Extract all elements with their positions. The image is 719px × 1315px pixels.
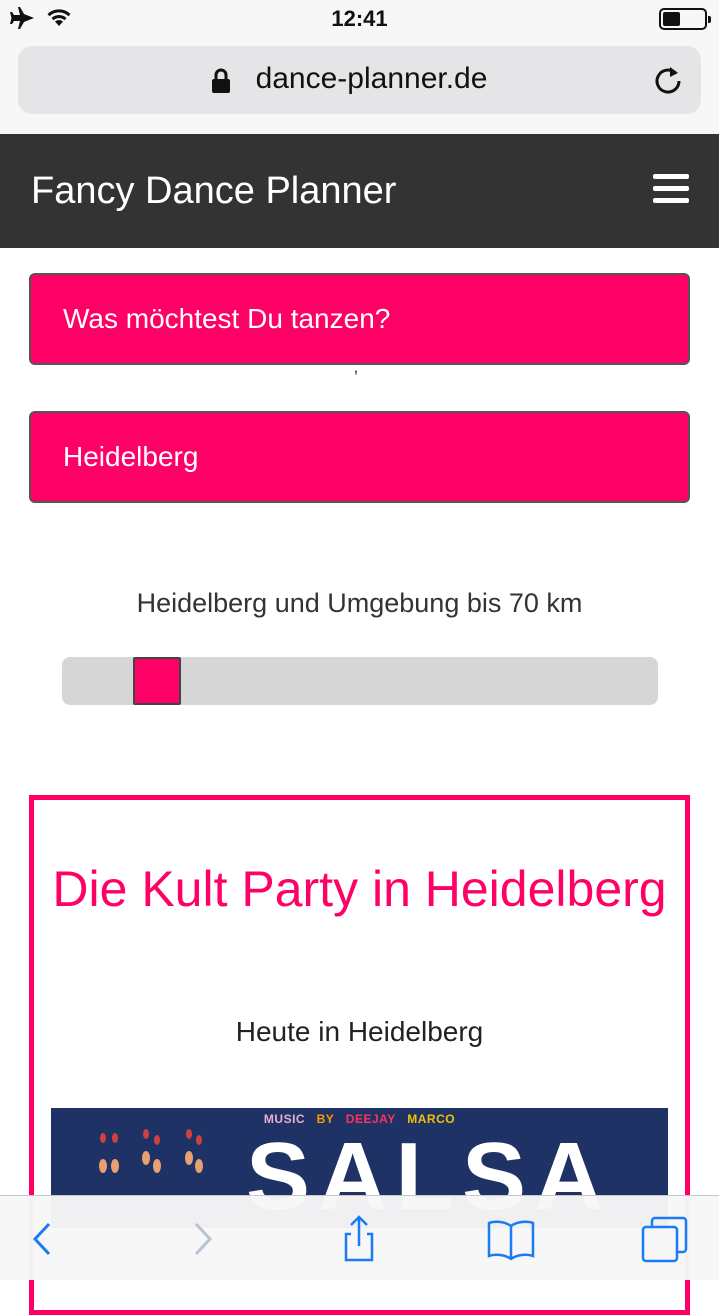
browser-toolbar <box>0 1195 719 1280</box>
event-title[interactable]: Die Kult Party in Heidelberg <box>34 858 685 920</box>
bookmarks-icon[interactable] <box>486 1214 536 1264</box>
address-bar[interactable]: dance-planner.de <box>18 46 701 114</box>
range-label: Heidelberg und Umgebung bis 70 km <box>136 588 583 618</box>
battery-icon <box>659 8 711 30</box>
site-brand[interactable]: Fancy Dance Planner <box>31 170 396 213</box>
status-time: 12:41 <box>331 6 388 31</box>
forward-icon[interactable] <box>178 1214 228 1264</box>
tabs-icon[interactable] <box>640 1214 690 1264</box>
hamburger-icon[interactable] <box>653 174 689 204</box>
slider-thumb[interactable] <box>133 657 181 705</box>
reload-icon[interactable] <box>651 64 685 98</box>
battery-level <box>663 12 680 26</box>
back-icon[interactable] <box>17 1214 67 1264</box>
event-subtitle: Heute in Heidelberg <box>235 1016 484 1047</box>
url-text: dance-planner.de <box>255 62 488 95</box>
footprints-icon <box>99 1129 203 1173</box>
separator-mark: ʼ <box>354 368 358 388</box>
browser-url-area: dance-planner.de <box>0 38 719 134</box>
status-bar: 12:41 <box>0 0 719 38</box>
share-icon[interactable] <box>334 1214 384 1264</box>
dance-style-select[interactable]: Was möchtest Du tanzen? <box>29 273 690 365</box>
site-navbar: Fancy Dance Planner <box>0 134 719 248</box>
city-select[interactable]: Heidelberg <box>29 411 690 503</box>
radius-slider[interactable] <box>62 657 658 705</box>
